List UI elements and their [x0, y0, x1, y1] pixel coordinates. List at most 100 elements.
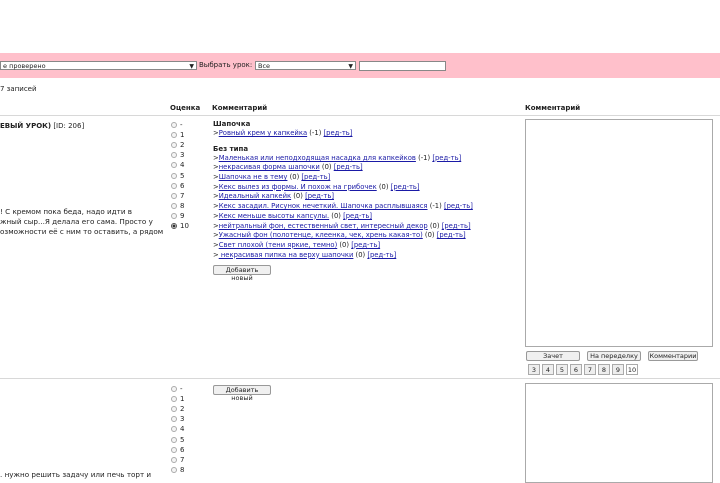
- status-select[interactable]: е проверено ▼: [0, 61, 197, 70]
- comment-score: (0): [291, 192, 306, 201]
- comment-link[interactable]: Кекс засадил. Рисунок нечеткий. Шапочка …: [219, 202, 428, 210]
- credit-button[interactable]: Зачет: [526, 351, 580, 361]
- comment-link[interactable]: Кекс меньше высоты капсулы.: [219, 212, 329, 220]
- grade-radio[interactable]: 2: [171, 404, 184, 414]
- edit-link[interactable]: [ред-ть]: [442, 222, 471, 230]
- grade-radio[interactable]: 2: [171, 140, 189, 150]
- comment-column-header: Комментарий: [212, 104, 268, 112]
- grade-radio[interactable]: 3: [171, 150, 189, 160]
- grade-radio-label: 7: [180, 191, 185, 200]
- lesson-select[interactable]: Все ▼: [255, 61, 356, 70]
- chevron-down-icon: ▼: [189, 63, 194, 70]
- edit-link[interactable]: [ред-ть]: [437, 231, 466, 239]
- comment-link[interactable]: Маленькая или неподходящая насадка для к…: [219, 154, 416, 162]
- radio-circle-icon[interactable]: [171, 426, 177, 433]
- radio-circle-icon[interactable]: [171, 192, 177, 199]
- grade-radio[interactable]: 5: [171, 170, 189, 180]
- grade-radio[interactable]: 3: [171, 414, 184, 424]
- edit-link[interactable]: [ред-ть]: [351, 241, 380, 249]
- comment-link[interactable]: некрасивая пипка на верху шапочки: [219, 251, 354, 259]
- grade-radio[interactable]: -: [171, 120, 189, 130]
- grade-radio[interactable]: -: [171, 384, 184, 394]
- number-button[interactable]: 10: [626, 364, 638, 375]
- comment-item: >Идеальный капкейк (0) [ред-ть]: [213, 192, 513, 202]
- comment-link[interactable]: некрасивая форма шапочки: [219, 163, 320, 171]
- radio-circle-icon[interactable]: [171, 212, 177, 219]
- search-input[interactable]: [359, 61, 446, 71]
- comment-textarea[interactable]: [525, 383, 713, 483]
- grade-radio[interactable]: 5: [171, 434, 184, 444]
- grade-radio[interactable]: 8: [171, 201, 189, 211]
- grade-radio[interactable]: 7: [171, 191, 189, 201]
- comments-button[interactable]: Комментарии: [648, 351, 698, 361]
- number-button[interactable]: 4: [542, 364, 554, 375]
- grade-radio[interactable]: 10: [171, 221, 189, 231]
- row1-title: ЕВЫЙ УРОК): [0, 122, 52, 130]
- radio-circle-icon[interactable]: [171, 172, 177, 179]
- comment-textarea[interactable]: [525, 119, 713, 347]
- comment-link[interactable]: нейтральный фон, естественный свет, инте…: [219, 222, 428, 230]
- section-title-shapochka: Шапочка: [213, 120, 251, 128]
- comment-link[interactable]: Кекс вылез из формы. И похож на грибочек: [219, 183, 377, 191]
- radio-circle-icon[interactable]: [171, 456, 177, 463]
- grade-radio-label: 8: [180, 201, 185, 210]
- edit-link[interactable]: [ред-ть]: [391, 183, 420, 191]
- edit-link[interactable]: [ред-ть]: [343, 212, 372, 220]
- grade-radio[interactable]: 1: [171, 130, 189, 140]
- comment-link[interactable]: Ужасный фон (полотенце, клеенка, чек, хр…: [219, 231, 423, 239]
- edit-link[interactable]: [ред-ть]: [367, 251, 396, 259]
- row1-text-line: ! С кремом пока беда, надо идти в: [0, 207, 133, 216]
- number-button[interactable]: 7: [584, 364, 596, 375]
- edit-link[interactable]: [ред-ть]: [444, 202, 473, 210]
- grade-radio-label: 1: [180, 131, 185, 140]
- grade-radio-label: 3: [180, 151, 185, 160]
- radio-circle-icon[interactable]: [171, 182, 177, 189]
- radio-circle-icon[interactable]: [171, 142, 177, 149]
- number-button[interactable]: 5: [556, 364, 568, 375]
- comment2-column-header: Комментарий: [525, 104, 581, 112]
- radio-circle-icon[interactable]: [171, 222, 177, 229]
- grade-radio[interactable]: 4: [171, 160, 189, 170]
- comment-score: (0): [376, 182, 391, 191]
- radio-circle-icon[interactable]: [171, 132, 177, 139]
- radio-circle-icon[interactable]: [171, 152, 177, 159]
- edit-link[interactable]: [ред-ть]: [305, 192, 334, 200]
- grade-radio[interactable]: 8: [171, 465, 184, 475]
- radio-circle-icon[interactable]: [171, 416, 177, 423]
- radio-circle-icon[interactable]: [171, 446, 177, 453]
- comment-item: > некрасивая пипка на верху шапочки (0) …: [213, 251, 513, 261]
- grade-radio-label: 6: [180, 445, 185, 454]
- grade-radio[interactable]: 1: [171, 394, 184, 404]
- comment-link[interactable]: Шапочка не в тему: [219, 173, 288, 181]
- number-button[interactable]: 9: [612, 364, 624, 375]
- number-button[interactable]: 8: [598, 364, 610, 375]
- redo-button[interactable]: На переделку: [587, 351, 641, 361]
- comment-link[interactable]: Ровный крем у капкейка: [219, 129, 307, 137]
- grade-radio[interactable]: 4: [171, 424, 184, 434]
- edit-link[interactable]: [ред-ть]: [324, 129, 353, 137]
- add-new-button[interactable]: Добавить новый: [213, 385, 271, 402]
- radio-circle-icon[interactable]: [171, 386, 177, 393]
- grade-radio-label: 3: [180, 415, 185, 424]
- radio-circle-icon[interactable]: [171, 406, 177, 413]
- radio-circle-icon[interactable]: [171, 466, 177, 473]
- number-button[interactable]: 3: [528, 364, 540, 375]
- grade-radio[interactable]: 6: [171, 445, 184, 455]
- grade-radio[interactable]: 9: [171, 211, 189, 221]
- grade-radio[interactable]: 6: [171, 181, 189, 191]
- comment-item: >Кекс вылез из формы. И похож на грибоче…: [213, 183, 513, 193]
- grade-radio[interactable]: 7: [171, 455, 184, 465]
- edit-link[interactable]: [ред-ть]: [334, 163, 363, 171]
- edit-link[interactable]: [ред-ть]: [301, 173, 330, 181]
- radio-circle-icon[interactable]: [171, 396, 177, 403]
- radio-circle-icon[interactable]: [171, 202, 177, 209]
- add-new-button[interactable]: Добавить новый: [213, 265, 271, 282]
- radio-circle-icon[interactable]: [171, 122, 177, 129]
- comment-link[interactable]: Идеальный капкейк: [219, 192, 291, 200]
- number-button[interactable]: 6: [570, 364, 582, 375]
- radio-circle-icon[interactable]: [171, 162, 177, 169]
- comment-link[interactable]: Свет плохой (тени яркие, темно): [219, 241, 338, 249]
- radio-circle-icon[interactable]: [171, 436, 177, 443]
- edit-link[interactable]: [ред-ть]: [432, 154, 461, 162]
- comment-item: >некрасивая форма шапочки (0) [ред-ть]: [213, 163, 513, 173]
